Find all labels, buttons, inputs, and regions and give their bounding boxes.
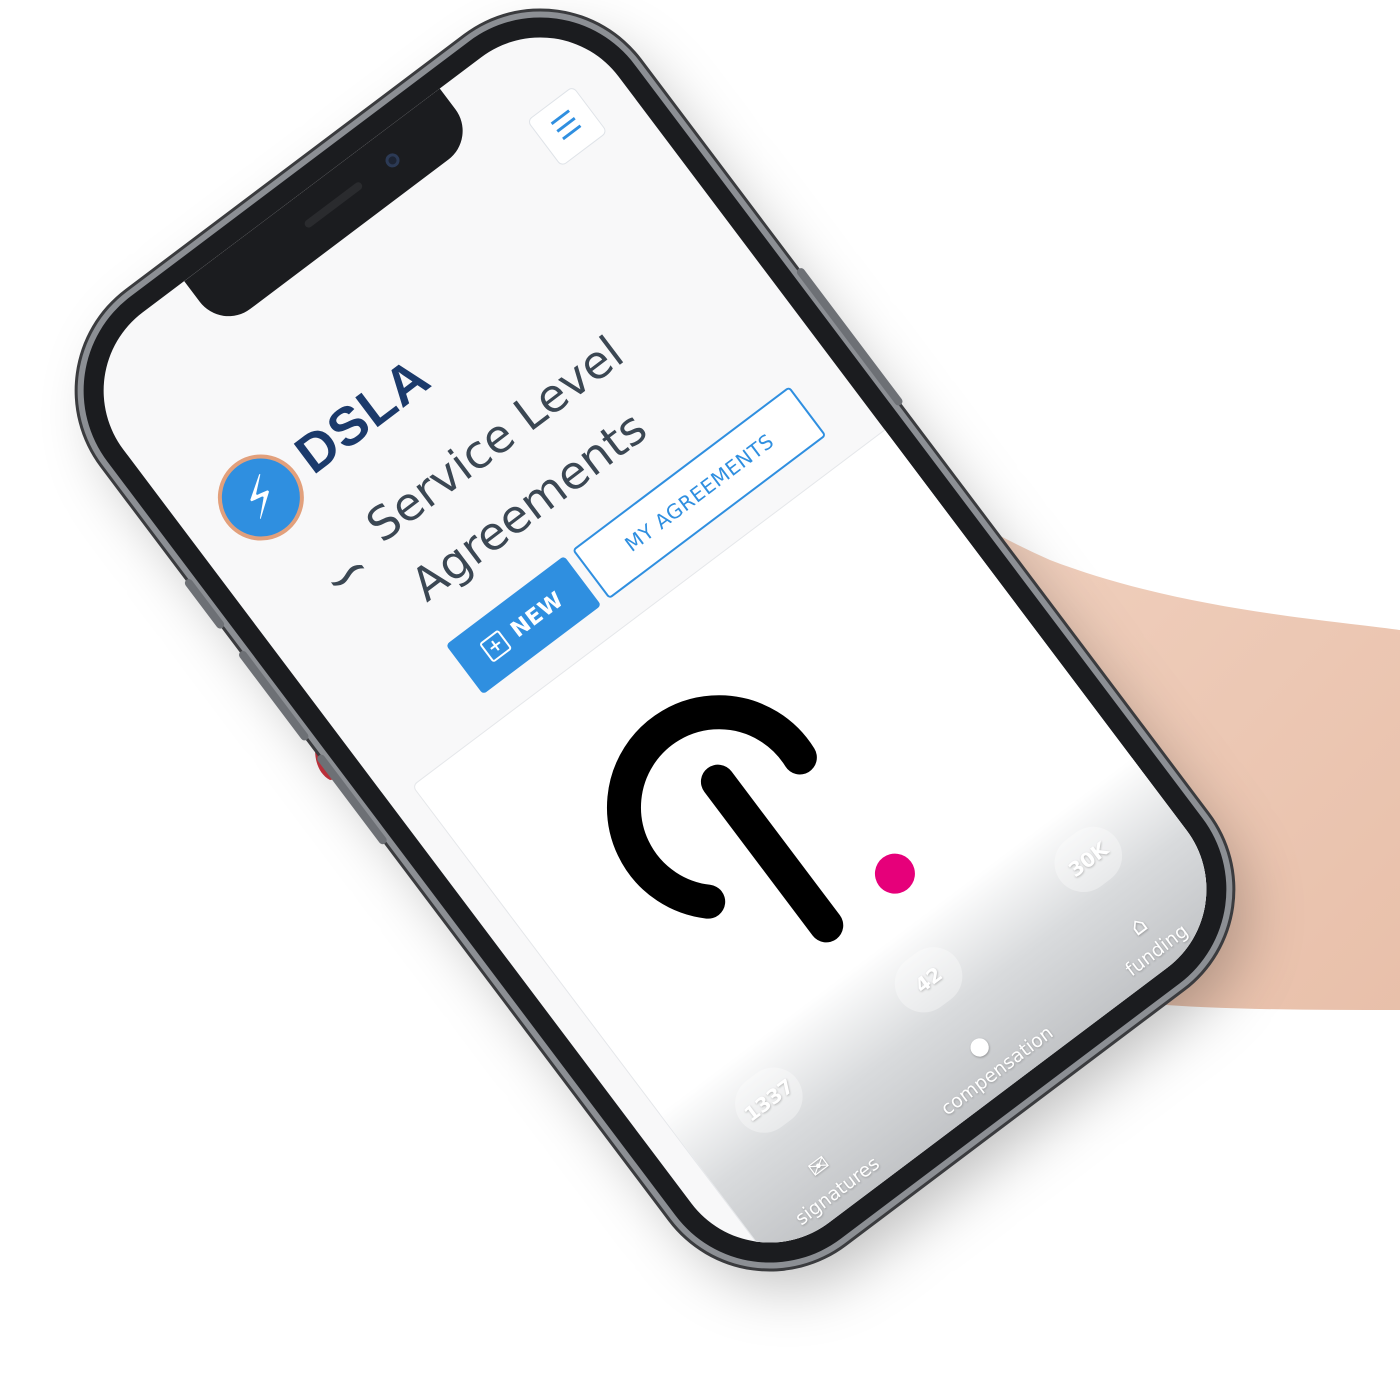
hamburger-icon: ☰	[545, 103, 589, 149]
menu-button[interactable]: ☰	[526, 85, 608, 168]
speaker-grille	[303, 180, 364, 230]
camera-icon	[382, 150, 403, 171]
new-button-label: NEW	[505, 587, 569, 643]
stat-value: 42	[883, 935, 974, 1025]
stat-value: 30K	[1042, 815, 1134, 904]
stat-value: 1337	[723, 1055, 815, 1145]
plus-square-icon: +	[479, 629, 513, 663]
signature-icon: ∽	[308, 534, 386, 615]
